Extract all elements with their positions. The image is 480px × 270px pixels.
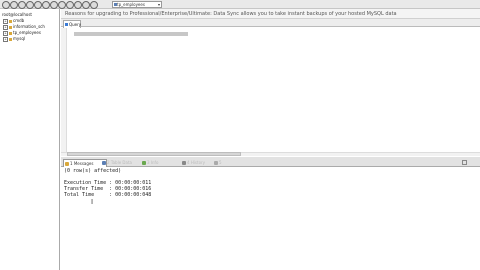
tab-query[interactable]: Query <box>63 20 81 28</box>
text-cursor-icon: I <box>91 198 94 206</box>
tab-info[interactable]: 3 Info <box>141 159 185 167</box>
message-line: (0 row(s) affected) <box>64 168 122 174</box>
database-icon <box>114 3 117 6</box>
expand-icon[interactable]: + <box>3 30 8 36</box>
execute-icon[interactable] <box>50 1 58 9</box>
database-icon <box>9 25 12 29</box>
disconnect-icon[interactable] <box>10 1 18 9</box>
settings-icon[interactable] <box>66 1 74 9</box>
object-browser: root@localhost + cmdb + information_sch + t… <box>0 9 60 270</box>
expand-icon[interactable]: + <box>3 36 8 42</box>
tab-messages-label: 1 Messages <box>70 161 94 166</box>
import-icon[interactable] <box>90 1 98 9</box>
tab-history[interactable]: 4 History <box>181 159 217 167</box>
save-icon[interactable] <box>34 1 42 9</box>
tab-5-label: 5 <box>219 160 222 165</box>
database-select-value: tp_employees <box>117 2 145 7</box>
expand-icon[interactable]: + <box>3 18 8 24</box>
table-icon <box>102 161 106 165</box>
toolbar <box>0 0 480 9</box>
connect-icon[interactable] <box>2 1 10 9</box>
info-icon <box>142 161 146 165</box>
database-select[interactable]: tp_employees ▾ <box>112 1 162 8</box>
refresh-icon[interactable] <box>42 1 50 9</box>
new-query-icon[interactable] <box>18 1 26 9</box>
tab-query-label: Query <box>69 22 82 27</box>
pin-icon[interactable] <box>462 160 467 165</box>
tree-node-information-schema[interactable]: + information_sch <box>3 24 45 30</box>
selected-query-text[interactable] <box>74 32 188 36</box>
messages-icon <box>65 162 69 166</box>
expand-icon[interactable]: + <box>3 24 8 30</box>
database-icon <box>9 37 12 41</box>
database-icon <box>9 31 12 35</box>
scrollbar-thumb[interactable] <box>67 152 241 156</box>
query-editor[interactable] <box>61 28 480 152</box>
tab-table-data-label: 2 Table Data <box>107 160 132 165</box>
tab-info-label: 3 Info <box>147 160 159 165</box>
message-line: Total Time : 00:00:00:048 <box>64 192 152 198</box>
tab-5-icon <box>214 161 218 165</box>
tab-5[interactable]: 5 <box>213 159 249 167</box>
tree-node-tp-employees[interactable]: + tp_employees <box>3 30 41 36</box>
query-tab-bar <box>61 19 480 27</box>
schema-icon[interactable] <box>74 1 82 9</box>
tab-table-data[interactable]: 2 Table Data <box>101 159 145 167</box>
stop-icon[interactable] <box>58 1 66 9</box>
connection-root[interactable]: root@localhost <box>2 12 32 17</box>
upgrade-banner[interactable]: Reasons for upgrading to Professional/En… <box>61 9 480 19</box>
query-icon <box>65 23 68 26</box>
backup-icon[interactable] <box>82 1 90 9</box>
open-icon[interactable] <box>26 1 34 9</box>
database-icon <box>9 19 12 23</box>
chevron-down-icon[interactable]: ▾ <box>158 2 160 7</box>
tree-node-mysql[interactable]: + mysql <box>3 36 25 42</box>
history-icon <box>182 161 186 165</box>
line-gutter <box>61 28 67 152</box>
tree-node-cmdb[interactable]: + cmdb <box>3 18 24 24</box>
tab-history-label: 4 History <box>187 160 206 165</box>
